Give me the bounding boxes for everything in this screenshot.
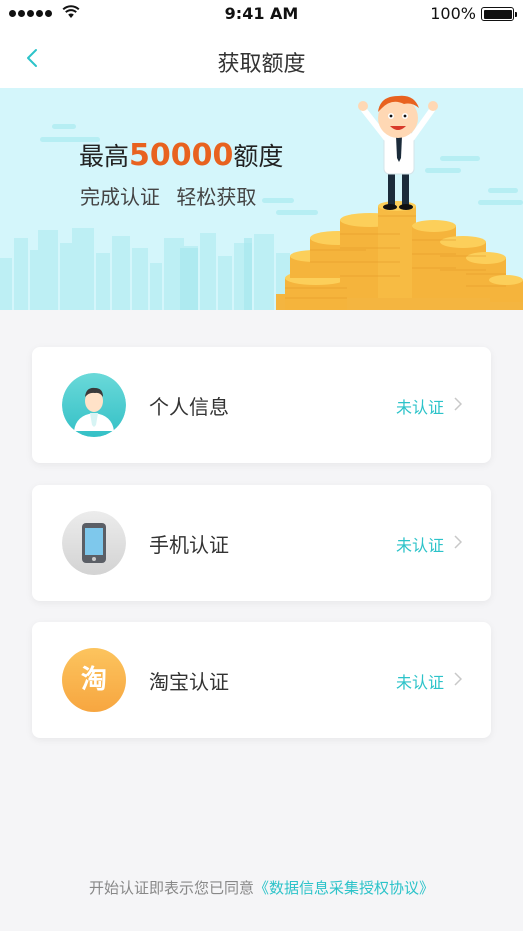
banner-prefix: 最高 <box>79 142 130 171</box>
phone-verify-label: 手机认证 <box>149 533 229 557</box>
taobao-verify-label: 淘宝认证 <box>149 670 229 694</box>
chevron-right-icon <box>454 397 462 411</box>
taobao-verify-status: 未认证 <box>395 673 444 692</box>
nav-bar: 获取额度 <box>0 28 523 88</box>
phone-verify-card[interactable]: 手机认证 未认证 <box>32 485 491 601</box>
phone-icon <box>62 511 126 575</box>
agreement-link[interactable]: 《数据信息采集授权协议》 <box>254 879 434 897</box>
personal-info-status: 未认证 <box>395 398 444 417</box>
banner-subtitle: 完成认证 轻松获取 <box>80 185 257 209</box>
page-title: 获取额度 <box>217 52 306 77</box>
banner-suffix: 额度 <box>233 142 284 171</box>
taobao-icon: 淘 <box>62 648 126 712</box>
taobao-icon-char: 淘 <box>80 665 107 695</box>
personal-info-card[interactable]: 个人信息 未认证 <box>32 347 491 463</box>
banner-amount: 50000 <box>129 138 234 173</box>
banner-illustration <box>0 95 523 310</box>
banner-headline: 最高50000额度 <box>79 137 283 173</box>
person-icon <box>62 373 126 437</box>
phone-verify-status: 未认证 <box>395 536 444 555</box>
status-bar: 9:41 AM 100% <box>0 0 523 28</box>
taobao-verify-card[interactable]: 淘 淘宝认证 未认证 <box>32 622 491 738</box>
promo-banner: 最高50000额度 完成认证 轻松获取 <box>0 88 523 310</box>
battery-percent: 100% <box>430 4 476 23</box>
personal-info-label: 个人信息 <box>149 395 229 419</box>
chevron-right-icon <box>454 535 462 549</box>
chevron-right-icon <box>454 672 462 686</box>
battery-icon <box>481 7 517 21</box>
agreement-footer: 开始认证即表示您已同意《数据信息采集授权协议》 <box>0 877 523 898</box>
agreement-text: 开始认证即表示您已同意 <box>88 879 254 897</box>
